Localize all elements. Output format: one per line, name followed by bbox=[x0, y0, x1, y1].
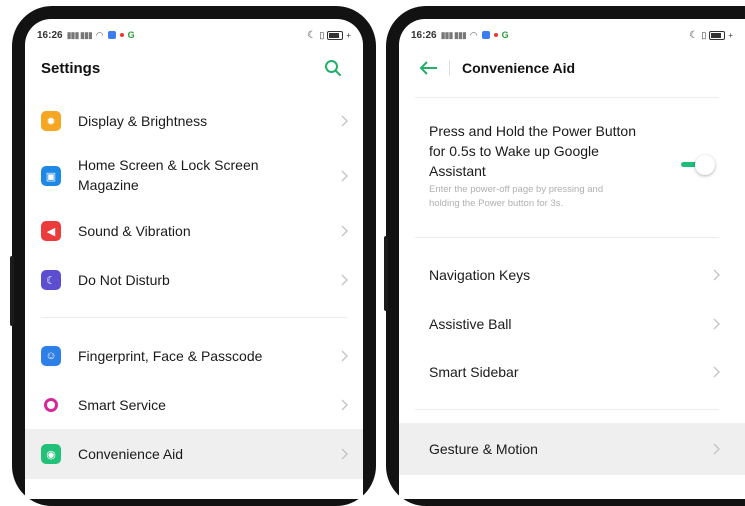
setting-title-line2: for 0.5s to Wake up Google bbox=[429, 143, 599, 159]
status-time: 16:26 bbox=[411, 29, 437, 41]
signal-icon: ▮▮▮ ▮▮▮ bbox=[66, 29, 93, 40]
settings-item-home-screen[interactable]: ▣ Home Screen & Lock Screen Magazine bbox=[25, 151, 363, 201]
settings-header: Settings bbox=[25, 49, 363, 87]
chevron-right-icon bbox=[341, 170, 348, 182]
item-label: Sound & Vibration bbox=[78, 223, 191, 239]
chevron-right-icon bbox=[713, 318, 720, 330]
left-phone: 16:26 ▮▮▮ ▮▮▮ ◠ G ☾ ▯ + Settings ✹ Displ… bbox=[10, 6, 376, 506]
charging-icon: + bbox=[728, 30, 733, 40]
wake-assistant-toggle[interactable] bbox=[681, 155, 717, 175]
search-icon[interactable] bbox=[323, 58, 343, 78]
signal-icon: ▮▮▮ ▮▮▮ bbox=[440, 29, 467, 40]
item-label: Navigation Keys bbox=[429, 267, 531, 283]
item-label: Fingerprint, Face & Passcode bbox=[78, 348, 263, 364]
setting-description-line1: Enter the power-off page by pressing and bbox=[429, 184, 604, 195]
convenience-item-smart-sidebar[interactable]: Smart Sidebar bbox=[399, 353, 745, 391]
power-button bbox=[384, 236, 388, 311]
chevron-right-icon bbox=[341, 399, 348, 411]
header-divider bbox=[415, 97, 719, 98]
settings-item-sound[interactable]: ◀ Sound & Vibration bbox=[25, 212, 363, 250]
chevron-right-icon bbox=[341, 274, 348, 286]
item-label: Assistive Ball bbox=[429, 316, 512, 332]
convenience-item-assistive-ball[interactable]: Assistive Ball bbox=[399, 305, 745, 343]
section-divider bbox=[415, 409, 719, 410]
status-bar: 16:26 ▮▮▮ ▮▮▮ ◠ G ☾ ▯ + bbox=[411, 27, 733, 43]
convenience-aid-icon: ◉ bbox=[41, 444, 61, 464]
settings-item-fingerprint[interactable]: ☺ Fingerprint, Face & Passcode bbox=[25, 337, 363, 375]
settings-item-smart-service[interactable]: Smart Service bbox=[25, 386, 363, 424]
chevron-right-icon bbox=[341, 225, 348, 237]
item-label: Home Screen & Lock Screen bbox=[78, 157, 259, 173]
item-label: Gesture & Motion bbox=[429, 441, 538, 457]
volume-button bbox=[10, 256, 14, 326]
notification-dot-icon bbox=[493, 33, 498, 37]
face-id-icon: ☺ bbox=[41, 346, 61, 366]
item-label: Smart Sidebar bbox=[429, 364, 519, 380]
moon-icon: ☾ bbox=[41, 270, 61, 290]
item-label: Smart Service bbox=[78, 397, 166, 413]
convenience-item-navigation-keys[interactable]: Navigation Keys bbox=[399, 256, 745, 294]
status-bar: 16:26 ▮▮▮ ▮▮▮ ◠ G ☾ ▯ + bbox=[37, 27, 351, 43]
wifi-icon: ◠ bbox=[95, 29, 104, 40]
section-divider bbox=[415, 237, 719, 238]
chevron-right-icon bbox=[341, 115, 348, 127]
chevron-right-icon bbox=[713, 269, 720, 281]
page-title: Settings bbox=[41, 59, 101, 77]
settings-item-convenience-aid[interactable]: ◉ Convenience Aid bbox=[25, 429, 363, 479]
vibrate-icon: ▯ bbox=[701, 29, 707, 40]
convenience-aid-screen: 16:26 ▮▮▮ ▮▮▮ ◠ G ☾ ▯ + Convenience Aid bbox=[399, 19, 745, 499]
vibrate-icon: ▯ bbox=[319, 29, 325, 40]
sun-icon: ✹ bbox=[41, 111, 61, 131]
wifi-icon: ◠ bbox=[469, 29, 478, 40]
setting-description-line2: holding the Power button for 3s. bbox=[429, 198, 564, 209]
toggle-knob bbox=[695, 155, 715, 175]
settings-screen: 16:26 ▮▮▮ ▮▮▮ ◠ G ☾ ▯ + Settings ✹ Displ… bbox=[25, 19, 363, 499]
settings-item-display[interactable]: ✹ Display & Brightness bbox=[25, 102, 363, 140]
header-separator bbox=[449, 60, 450, 76]
power-button-setting[interactable]: Press and Hold the Power Button for 0.5s… bbox=[399, 119, 745, 219]
smart-service-icon bbox=[41, 395, 61, 415]
setting-title-line1: Press and Hold the Power Button bbox=[429, 123, 637, 139]
moon-status-icon: ☾ bbox=[689, 29, 699, 41]
section-divider bbox=[41, 317, 347, 318]
page-title: Convenience Aid bbox=[462, 60, 576, 76]
item-label: Display & Brightness bbox=[78, 113, 208, 129]
convenience-aid-header: Convenience Aid bbox=[399, 49, 745, 87]
back-arrow-icon[interactable] bbox=[417, 58, 441, 78]
google-icon: G bbox=[501, 30, 509, 40]
setting-title-line3: Assistant bbox=[429, 163, 486, 179]
notification-app-icon bbox=[481, 31, 490, 39]
chevron-right-icon bbox=[713, 443, 720, 455]
item-label: Convenience Aid bbox=[78, 446, 184, 462]
item-label-line2: Magazine bbox=[78, 177, 139, 193]
chevron-right-icon bbox=[713, 366, 720, 378]
battery-icon bbox=[327, 30, 344, 40]
status-time: 16:26 bbox=[37, 29, 63, 41]
chevron-right-icon bbox=[341, 350, 348, 362]
charging-icon: + bbox=[346, 30, 351, 40]
right-phone: 16:26 ▮▮▮ ▮▮▮ ◠ G ☾ ▯ + Convenience Aid bbox=[384, 6, 745, 506]
home-screen-icon: ▣ bbox=[41, 166, 61, 186]
google-icon: G bbox=[127, 30, 135, 40]
moon-status-icon: ☾ bbox=[307, 29, 317, 41]
settings-item-do-not-disturb[interactable]: ☾ Do Not Disturb bbox=[25, 261, 363, 299]
speaker-icon: ◀ bbox=[41, 221, 61, 241]
battery-icon bbox=[709, 30, 726, 40]
item-label: Do Not Disturb bbox=[78, 272, 170, 288]
notification-app-icon bbox=[107, 31, 116, 39]
chevron-right-icon bbox=[341, 448, 348, 460]
notification-dot-icon bbox=[119, 33, 124, 37]
convenience-item-gesture-motion[interactable]: Gesture & Motion bbox=[399, 423, 745, 475]
